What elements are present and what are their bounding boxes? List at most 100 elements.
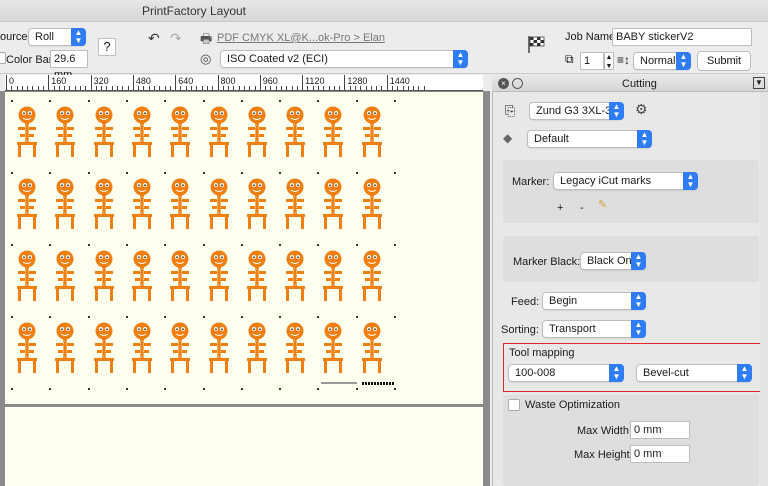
sticker-figure[interactable] bbox=[359, 250, 385, 302]
sticker-figure[interactable] bbox=[129, 106, 155, 158]
help-button[interactable]: ? bbox=[98, 38, 116, 56]
sticker-figure[interactable] bbox=[206, 106, 232, 158]
sticker-figure[interactable] bbox=[129, 178, 155, 230]
submit-button[interactable]: Submit bbox=[697, 51, 751, 71]
sticker-figure[interactable] bbox=[206, 322, 232, 374]
marker-black-select[interactable]: Black Only ▲ ▼ bbox=[580, 252, 646, 270]
print-sheet-next[interactable] bbox=[5, 407, 483, 486]
panel-scrollbar[interactable] bbox=[760, 92, 768, 486]
panel-menu-icon[interactable]: ▼ bbox=[753, 77, 765, 89]
source-select[interactable]: Roll ▲ ▼ bbox=[28, 28, 86, 46]
copies-icon: ⧉ bbox=[565, 52, 574, 66]
registration-mark bbox=[49, 316, 52, 318]
tool-mapping-label: Tool mapping bbox=[509, 347, 575, 359]
pencil-icon[interactable]: ✎ bbox=[598, 198, 607, 211]
printer-link[interactable]: PDF CMYK XL@K...ok-Pro > Elan bbox=[217, 31, 385, 45]
max-height-input[interactable]: 0 mm bbox=[630, 445, 690, 463]
sticker-figure[interactable] bbox=[129, 322, 155, 374]
sticker-figure[interactable] bbox=[167, 178, 193, 230]
sticker-figure[interactable] bbox=[91, 106, 117, 158]
sticker-figure[interactable] bbox=[244, 250, 270, 302]
barcode-caption bbox=[321, 382, 357, 384]
registration-mark bbox=[240, 100, 243, 102]
sticker-figure[interactable] bbox=[244, 322, 270, 374]
sticker-figure[interactable] bbox=[14, 322, 40, 374]
sticker-figure[interactable] bbox=[320, 106, 346, 158]
sticker-figure[interactable] bbox=[167, 250, 193, 302]
sticker-figure[interactable] bbox=[52, 250, 78, 302]
copies-input[interactable]: 1 bbox=[580, 52, 604, 70]
print-sheet[interactable] bbox=[5, 92, 483, 404]
sticker-figure[interactable] bbox=[206, 250, 232, 302]
sticker-figure[interactable] bbox=[167, 322, 193, 374]
ruler-tick bbox=[6, 75, 7, 90]
sticker-figure[interactable] bbox=[14, 106, 40, 158]
tool-mode-select[interactable]: Bevel-cut ▲ ▼ bbox=[636, 364, 752, 382]
sticker-figure[interactable] bbox=[320, 250, 346, 302]
sticker-figure[interactable] bbox=[91, 178, 117, 230]
sticker-figure[interactable] bbox=[359, 322, 385, 374]
sticker-figure[interactable] bbox=[282, 106, 308, 158]
registration-mark bbox=[11, 388, 13, 390]
registration-mark bbox=[202, 388, 205, 390]
chevron-updown-icon: ▲ ▼ bbox=[737, 364, 752, 382]
registration-mark bbox=[125, 172, 128, 174]
sticker-figure[interactable] bbox=[359, 106, 385, 158]
marker-select[interactable]: Legacy iCut marks ▲ ▼ bbox=[553, 172, 698, 190]
sticker-figure[interactable] bbox=[359, 178, 385, 230]
sticker-figure[interactable] bbox=[320, 178, 346, 230]
sticker-figure[interactable] bbox=[14, 178, 40, 230]
tool-select[interactable]: 100-008 ▲ ▼ bbox=[508, 364, 624, 382]
sticker-figure[interactable] bbox=[52, 178, 78, 230]
sticker-figure[interactable] bbox=[244, 106, 270, 158]
sticker-figure[interactable] bbox=[320, 322, 346, 374]
undo-icon[interactable]: ↶ bbox=[148, 30, 160, 47]
ruler-label: 800 bbox=[220, 76, 236, 86]
remove-marker-button[interactable]: - bbox=[580, 201, 584, 215]
sticker-figure[interactable] bbox=[206, 178, 232, 230]
sticker-figure[interactable] bbox=[282, 322, 308, 374]
priority-select[interactable]: Normal ▲ ▼ bbox=[633, 52, 691, 70]
cutter-select[interactable]: Zund G3 3XL-3200 ▲▼ bbox=[529, 102, 624, 120]
registration-mark bbox=[202, 100, 205, 102]
color-bars-input[interactable]: 29.6 mm bbox=[50, 50, 88, 81]
sticker-figure[interactable] bbox=[91, 250, 117, 302]
sticker-figure[interactable] bbox=[167, 106, 193, 158]
sticker-figure[interactable] bbox=[282, 250, 308, 302]
sticker-figure[interactable] bbox=[129, 250, 155, 302]
copies-stepper[interactable]: ▲ ▼ bbox=[604, 52, 614, 70]
sticker-figure[interactable] bbox=[244, 178, 270, 230]
sticker-figure[interactable] bbox=[14, 250, 40, 302]
chevron-updown-icon: ▲ ▼ bbox=[631, 320, 646, 338]
sticker-figure[interactable] bbox=[91, 322, 117, 374]
preset-select[interactable]: Default ▲ ▼ bbox=[527, 130, 652, 148]
chevron-updown-icon: ▲ ▼ bbox=[631, 252, 646, 270]
ruler-tick bbox=[90, 75, 92, 90]
checkered-flag-icon[interactable] bbox=[526, 34, 546, 53]
color-profile-select[interactable]: ISO Coated v2 (ECI) ▲ ▼ bbox=[220, 50, 468, 68]
feed-select[interactable]: Begin ▲ ▼ bbox=[542, 292, 646, 310]
ruler-label: 1440 bbox=[389, 76, 410, 86]
marker-group bbox=[503, 160, 759, 223]
registration-mark bbox=[355, 316, 358, 318]
registration-mark bbox=[87, 388, 90, 390]
detach-icon[interactable] bbox=[512, 78, 523, 89]
sticker-figure[interactable] bbox=[282, 178, 308, 230]
redo-icon[interactable]: ↷ bbox=[170, 30, 182, 47]
gear-icon[interactable]: ⚙ bbox=[635, 101, 648, 118]
add-marker-button[interactable]: + bbox=[557, 201, 563, 215]
chevron-updown-icon: ▲ ▼ bbox=[637, 130, 652, 148]
close-icon[interactable]: × bbox=[498, 78, 509, 89]
sorting-select[interactable]: Transport ▲ ▼ bbox=[542, 320, 646, 338]
waste-optimization-checkbox[interactable] bbox=[508, 399, 520, 411]
sticker-figure[interactable] bbox=[52, 322, 78, 374]
job-name-input[interactable]: BABY stickerV2 bbox=[612, 28, 752, 46]
color-profile-value: ISO Coated v2 (ECI) bbox=[227, 53, 328, 65]
registration-mark bbox=[202, 316, 205, 318]
registration-mark bbox=[355, 100, 358, 102]
max-width-input[interactable]: 0 mm bbox=[630, 421, 690, 439]
tool-mode-select-value: Bevel-cut bbox=[643, 367, 689, 379]
sticker-figure[interactable] bbox=[52, 106, 78, 158]
registration-mark bbox=[279, 316, 282, 318]
window-title-bar: PrintFactory Layout bbox=[0, 0, 768, 22]
